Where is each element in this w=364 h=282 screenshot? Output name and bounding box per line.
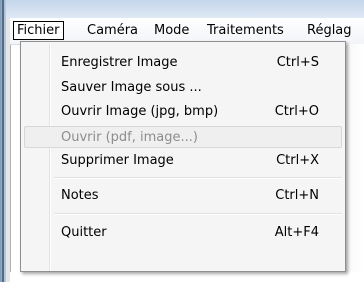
menu-item-label: Quitter xyxy=(61,225,107,240)
menu-item-label: Ouvrir (pdf, image...) xyxy=(61,130,198,145)
background-area xyxy=(346,44,364,282)
menu-item-notes[interactable]: Notes Ctrl+N xyxy=(24,185,342,207)
menu-camera[interactable]: Caméra xyxy=(83,21,142,40)
background-area-bottom xyxy=(10,272,364,282)
menu-separator xyxy=(54,177,342,179)
menu-fichier[interactable]: Fichier xyxy=(13,21,64,40)
menu-item-label: Enregistrer Image xyxy=(61,55,178,70)
fichier-dropdown-menu: Enregistrer Image Ctrl+S Sauver Image so… xyxy=(20,41,346,272)
menu-traitements[interactable]: Traitements xyxy=(203,21,288,40)
menu-item-sauver-image-sous[interactable]: Sauver Image sous ... xyxy=(24,77,342,99)
menu-item-shortcut: Ctrl+N xyxy=(275,188,319,203)
menu-item-label: Notes xyxy=(61,188,99,203)
menu-reglages[interactable]: Réglag xyxy=(303,21,356,40)
menu-item-enregistrer-image[interactable]: Enregistrer Image Ctrl+S xyxy=(24,52,342,74)
client-edge xyxy=(6,18,11,282)
menu-separator xyxy=(54,213,342,215)
menu-item-shortcut: Ctrl+O xyxy=(274,104,319,119)
menu-mode[interactable]: Mode xyxy=(150,21,193,40)
menu-item-shortcut: Ctrl+S xyxy=(276,55,319,70)
menu-item-quitter[interactable]: Quitter Alt+F4 xyxy=(24,222,342,244)
menu-item-ouvrir-pdf: Ouvrir (pdf, image...) xyxy=(24,126,342,148)
window-title-strip xyxy=(0,0,364,18)
menu-item-shortcut: Alt+F4 xyxy=(274,225,319,240)
menu-item-label: Sauver Image sous ... xyxy=(61,80,202,95)
menu-item-ouvrir-image[interactable]: Ouvrir Image (jpg, bmp) Ctrl+O xyxy=(24,101,342,123)
menu-item-supprimer-image[interactable]: Supprimer Image Ctrl+X xyxy=(24,150,342,172)
app-window: Fichier Caméra Mode Traitements Réglag E… xyxy=(0,0,364,282)
menu-item-shortcut: Ctrl+X xyxy=(276,153,319,168)
menu-item-label: Supprimer Image xyxy=(61,153,174,168)
menu-item-label: Ouvrir Image (jpg, bmp) xyxy=(61,104,219,119)
